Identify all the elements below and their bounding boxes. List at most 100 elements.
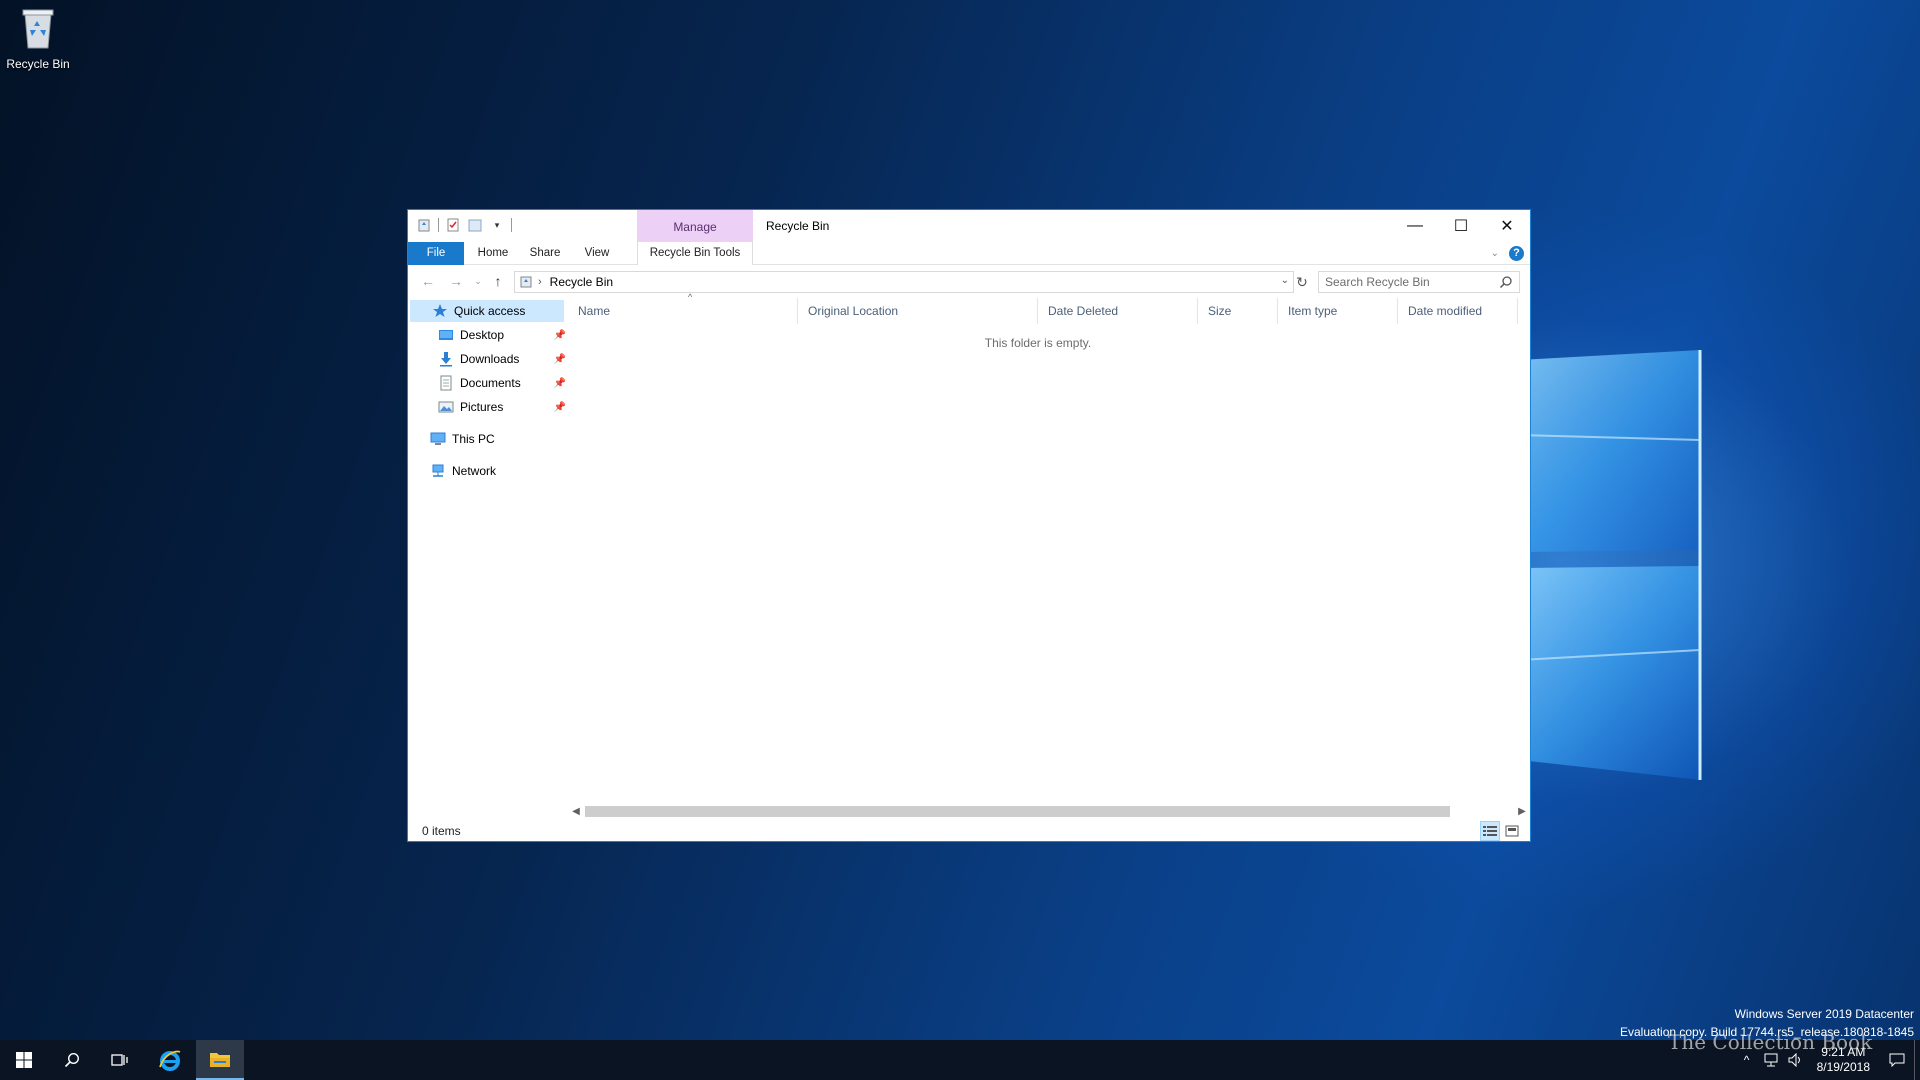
navigation-pane: Quick access Desktop 📌 Downloads 📌 Docum… xyxy=(408,298,566,798)
pin-icon[interactable]: 📌 xyxy=(554,354,566,365)
ribbon-tab-bar: File Home Share View Recycle Bin Tools ⌄… xyxy=(408,242,1530,265)
address-dropdown-icon[interactable]: ⌄ xyxy=(1281,275,1289,286)
documents-folder-icon xyxy=(440,375,452,391)
breadcrumb-recycle-bin[interactable]: Recycle Bin xyxy=(550,275,613,289)
recycle-bin-icon xyxy=(22,9,54,49)
close-button[interactable]: ✕ xyxy=(1484,210,1530,242)
caption-buttons: — ☐ ✕ xyxy=(1392,210,1530,242)
nav-this-pc[interactable]: This PC xyxy=(430,428,566,450)
nav-downloads[interactable]: Downloads 📌 xyxy=(438,348,566,370)
search-icon[interactable] xyxy=(1499,275,1513,289)
scroll-left-icon[interactable]: ◀ xyxy=(568,803,584,820)
file-list-area[interactable]: ^ Name Original Location Date Deleted Si… xyxy=(568,292,1530,800)
tab-share[interactable]: Share xyxy=(520,242,570,265)
tab-recycle-bin-tools[interactable]: Recycle Bin Tools xyxy=(637,242,753,265)
windows-logo-wallpaper xyxy=(1520,350,1702,780)
nav-pictures[interactable]: Pictures 📌 xyxy=(438,396,566,418)
start-icon xyxy=(16,1052,32,1068)
qat-separator xyxy=(438,218,439,232)
quick-access-toolbar: ▾ xyxy=(416,217,512,233)
nav-label: Network xyxy=(452,464,497,478)
quick-access-star-icon xyxy=(433,304,447,317)
file-explorer-window: ▾ Manage Recycle Bin — ☐ ✕ File Home Sha… xyxy=(407,209,1531,842)
details-view-icon xyxy=(1483,826,1497,836)
nav-label: Quick access xyxy=(454,304,526,318)
ribbon-right-controls: ⌄ ? xyxy=(1491,246,1524,261)
pin-icon[interactable]: 📌 xyxy=(554,402,566,413)
details-view-button[interactable] xyxy=(1480,821,1500,841)
address-bar[interactable]: › Recycle Bin ⌄ xyxy=(514,271,1294,293)
search-input[interactable] xyxy=(1319,272,1489,292)
refresh-button[interactable]: ↻ xyxy=(1292,272,1312,292)
nav-label: Desktop xyxy=(460,328,505,342)
tab-file[interactable]: File xyxy=(408,242,464,265)
file-explorer-icon xyxy=(210,1053,230,1067)
expand-ribbon-icon[interactable]: ⌄ xyxy=(1491,248,1499,259)
file-explorer-taskbar-button[interactable] xyxy=(196,1040,244,1080)
nav-label: This PC xyxy=(452,432,495,446)
column-header-name[interactable]: Name xyxy=(568,298,798,324)
task-view-icon xyxy=(111,1054,128,1066)
scroll-right-icon[interactable]: ▶ xyxy=(1514,803,1530,820)
properties-icon[interactable] xyxy=(445,217,461,233)
breadcrumb-chevron-icon[interactable]: › xyxy=(538,276,542,288)
task-view-button[interactable] xyxy=(96,1040,144,1080)
desktop-icon-label: Recycle Bin xyxy=(6,57,70,71)
maximize-button[interactable]: ☐ xyxy=(1438,210,1484,242)
help-icon[interactable]: ? xyxy=(1509,246,1524,261)
column-header-date-modified[interactable]: Date modified xyxy=(1398,298,1518,324)
column-header-original-location[interactable]: Original Location xyxy=(798,298,1038,324)
show-desktop-button[interactable] xyxy=(1914,1040,1920,1080)
forward-button[interactable]: → xyxy=(446,272,466,290)
large-icons-view-button[interactable] xyxy=(1502,821,1522,841)
taskbar: ^ 9:21 AM 8/19/2018 xyxy=(0,1040,1920,1080)
status-bar: 0 items xyxy=(408,820,1530,842)
nav-desktop[interactable]: Desktop 📌 xyxy=(438,324,566,346)
pin-icon[interactable]: 📌 xyxy=(554,378,566,389)
nav-quick-access[interactable]: Quick access xyxy=(410,300,564,322)
watermark-edition: Windows Server 2019 Datacenter xyxy=(1734,1007,1914,1021)
recycle-bin-small-icon xyxy=(520,276,532,288)
internet-explorer-icon xyxy=(159,1050,181,1071)
up-button[interactable]: ↑ xyxy=(488,272,508,290)
nav-label: Downloads xyxy=(460,352,520,366)
nav-documents[interactable]: Documents 📌 xyxy=(438,372,566,394)
internet-explorer-button[interactable] xyxy=(146,1040,194,1080)
clock-date: 8/19/2018 xyxy=(1816,1060,1870,1074)
desktop-icon-recycle-bin[interactable]: Recycle Bin xyxy=(4,6,72,71)
column-header-item-type[interactable]: Item type xyxy=(1278,298,1398,324)
new-folder-icon[interactable] xyxy=(467,217,483,233)
horizontal-scrollbar[interactable]: ◀ ▶ xyxy=(568,803,1530,820)
pictures-folder-icon xyxy=(438,401,454,413)
column-header-date-deleted[interactable]: Date Deleted xyxy=(1038,298,1198,324)
action-center-icon[interactable] xyxy=(1880,1040,1914,1080)
large-icons-view-icon xyxy=(1505,825,1519,837)
empty-folder-message: This folder is empty. xyxy=(984,336,1092,350)
tab-home[interactable]: Home xyxy=(468,242,518,265)
this-pc-icon xyxy=(430,432,446,445)
minimize-button[interactable]: — xyxy=(1392,210,1438,242)
search-box[interactable] xyxy=(1318,271,1520,293)
window-title: Recycle Bin xyxy=(766,219,830,233)
title-bar[interactable]: ▾ Manage Recycle Bin — ☐ ✕ xyxy=(408,210,1530,242)
column-header-size[interactable]: Size xyxy=(1198,298,1278,324)
scrollbar-thumb[interactable] xyxy=(585,806,1450,817)
item-count: 0 items xyxy=(422,824,461,838)
pin-icon[interactable]: 📌 xyxy=(554,330,566,341)
recent-locations-icon[interactable]: ⌄ xyxy=(468,272,488,290)
back-button[interactable]: ← xyxy=(418,272,438,290)
column-header-row: ^ Name Original Location Date Deleted Si… xyxy=(568,292,1530,324)
network-icon xyxy=(432,464,444,477)
customize-qat-icon[interactable]: ▾ xyxy=(489,217,505,233)
search-icon xyxy=(64,1052,80,1068)
navigation-bar: ← → ⌄ ↑ › Recycle Bin ⌄ ↻ xyxy=(408,266,1530,296)
downloads-folder-icon xyxy=(440,352,452,367)
start-button[interactable] xyxy=(0,1040,48,1080)
nav-network[interactable]: Network xyxy=(430,460,566,482)
tab-view[interactable]: View xyxy=(572,242,622,265)
nav-label: Documents xyxy=(460,376,521,390)
recycle-bin-small-icon[interactable] xyxy=(416,217,432,233)
qat-separator xyxy=(511,218,512,232)
search-taskbar-button[interactable] xyxy=(48,1040,96,1080)
view-toggle xyxy=(1480,821,1522,841)
